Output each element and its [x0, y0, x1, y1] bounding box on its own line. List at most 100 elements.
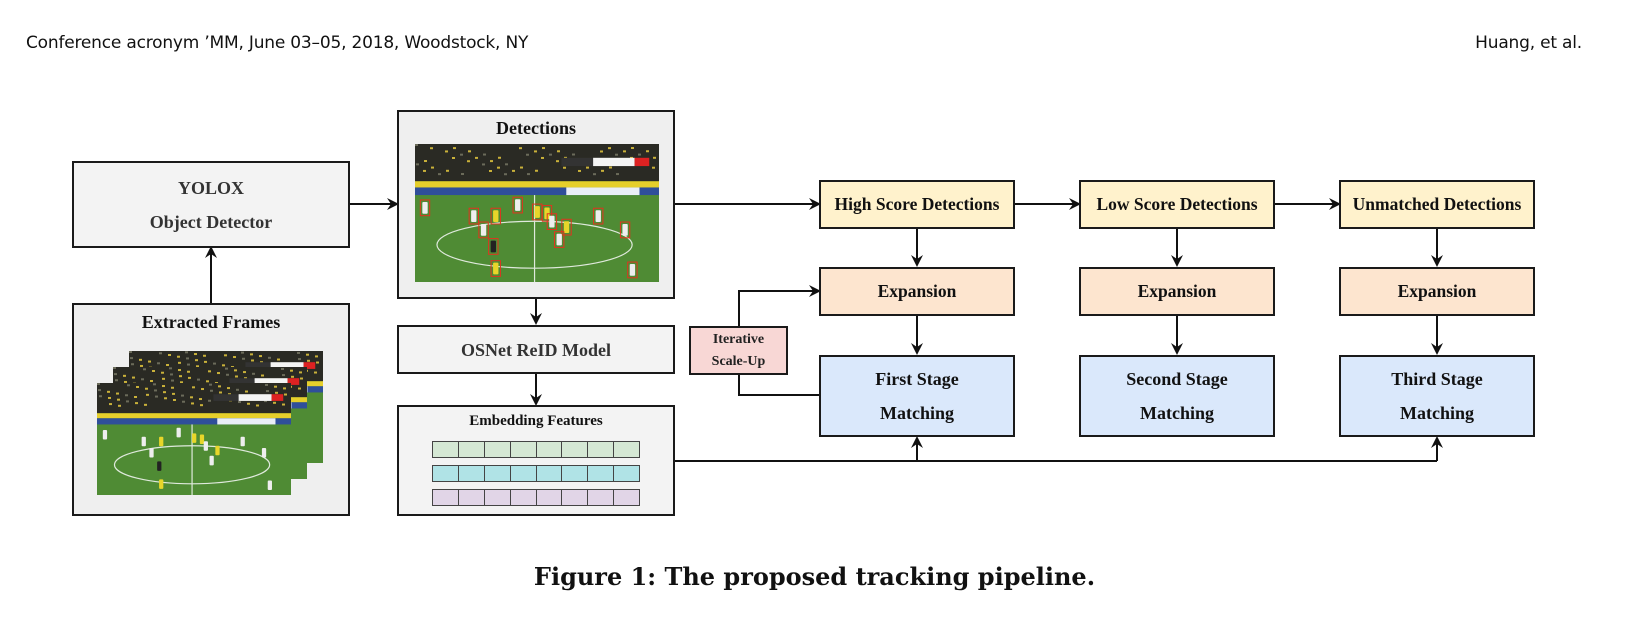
embedding-cell — [536, 490, 563, 505]
player — [149, 447, 154, 458]
second-stage-matching-node: Second Stage Matching — [1079, 355, 1275, 437]
player — [422, 201, 428, 214]
embedding-cell — [562, 466, 589, 481]
scoreboard-time — [213, 394, 239, 401]
embedding-cell — [536, 442, 563, 457]
player — [199, 434, 205, 445]
embedding-vector-row — [432, 489, 640, 506]
embedding-cell — [614, 442, 639, 457]
detections-node: Detections — [397, 110, 675, 299]
third-matching-label: Matching — [1400, 403, 1474, 423]
osnet-reid-node: OSNet ReID Model — [397, 325, 675, 374]
embedding-vector-row — [432, 441, 640, 458]
frame-thumbnail-front — [97, 383, 291, 495]
ad-board-yellow — [415, 181, 659, 188]
embedding-features-title: Embedding Features — [469, 413, 603, 429]
player — [141, 436, 146, 447]
player — [595, 210, 601, 222]
embedding-cell — [458, 490, 485, 505]
scale-up-label: Scale-Up — [711, 353, 766, 369]
embedding-cell — [458, 442, 485, 457]
expansion-node-1: Expansion — [819, 267, 1015, 316]
scoreboard-teams — [238, 394, 272, 401]
player — [490, 240, 497, 253]
first-stage-matching-node: First Stage Matching — [819, 355, 1015, 437]
embedding-cell — [484, 442, 511, 457]
player — [176, 427, 181, 438]
embedding-cell — [536, 466, 563, 481]
player — [267, 480, 272, 490]
soccer-frame-image — [415, 144, 659, 282]
embedding-cell — [458, 466, 485, 481]
second-stage-label: Second Stage — [1126, 369, 1228, 389]
player — [203, 441, 208, 451]
ad-board-yellow — [97, 413, 291, 419]
player — [215, 445, 220, 456]
embedding-cell — [433, 466, 459, 481]
player — [493, 262, 499, 275]
ad-board-white — [217, 418, 276, 425]
extracted-frames-node: Extracted Frames — [72, 303, 350, 516]
player — [159, 436, 164, 447]
embedding-cell — [510, 490, 537, 505]
player — [157, 461, 162, 471]
embedding-cell — [484, 466, 511, 481]
figure-caption: Figure 1: The proposed tracking pipeline… — [533, 562, 1096, 591]
embedding-vector-row — [432, 465, 640, 482]
player — [240, 436, 245, 447]
embedding-cell — [588, 466, 615, 481]
unmatched-label: Unmatched Detections — [1352, 194, 1522, 214]
player — [471, 210, 477, 222]
embedding-cell — [484, 490, 511, 505]
iterative-label: Iterative — [712, 331, 765, 347]
scoreboard-time — [561, 157, 594, 167]
scoreboard-score — [634, 157, 650, 167]
embedding-cell — [433, 490, 459, 505]
expansion-label-3: Expansion — [1397, 281, 1477, 301]
player — [534, 206, 540, 218]
unmatched-detections-node: Unmatched Detections — [1339, 180, 1535, 229]
player — [622, 224, 628, 236]
low-score-detections-node: Low Score Detections — [1079, 180, 1275, 229]
embedding-cell — [433, 442, 459, 457]
first-stage-label: First Stage — [875, 369, 959, 389]
player — [192, 433, 197, 443]
extracted-frames-title: Extracted Frames — [141, 312, 281, 332]
player — [261, 447, 267, 458]
embedding-cell — [614, 466, 639, 481]
ad-board-white — [566, 187, 640, 196]
high-score-detections-node: High Score Detections — [819, 180, 1015, 229]
embedding-cell — [614, 490, 639, 505]
embedding-cell — [562, 490, 589, 505]
player — [549, 215, 555, 228]
scoreboard-score — [271, 394, 284, 401]
player — [480, 224, 487, 236]
second-matching-label: Matching — [1140, 403, 1214, 423]
iterative-scale-up-node: Iterative Scale-Up — [689, 326, 788, 375]
embedding-cell — [588, 490, 615, 505]
player — [159, 479, 164, 489]
third-stage-matching-node: Third Stage Matching — [1339, 355, 1535, 437]
player — [209, 455, 214, 466]
expansion-node-3: Expansion — [1339, 267, 1535, 316]
yolox-detector-node: YOLOX Object Detector — [72, 161, 350, 248]
player — [493, 210, 499, 222]
detections-title: Detections — [496, 118, 576, 138]
soccer-frame-image — [97, 383, 291, 495]
embedding-cell — [510, 442, 537, 457]
embedding-cell — [510, 466, 537, 481]
player — [515, 199, 521, 211]
expansion-label-2: Expansion — [1137, 281, 1217, 301]
first-matching-label: Matching — [880, 403, 954, 423]
scoreboard-teams — [593, 157, 635, 167]
osnet-label: OSNet ReID Model — [461, 339, 611, 360]
embedding-features-node: Embedding Features — [397, 405, 675, 516]
object-detector-label: Object Detector — [149, 211, 273, 232]
expansion-label-1: Expansion — [877, 281, 957, 301]
player — [102, 430, 108, 440]
expansion-node-2: Expansion — [1079, 267, 1275, 316]
embedding-cell — [588, 442, 615, 457]
player — [556, 233, 562, 246]
yolox-label: YOLOX — [177, 177, 244, 198]
low-score-label: Low Score Detections — [1096, 194, 1258, 214]
